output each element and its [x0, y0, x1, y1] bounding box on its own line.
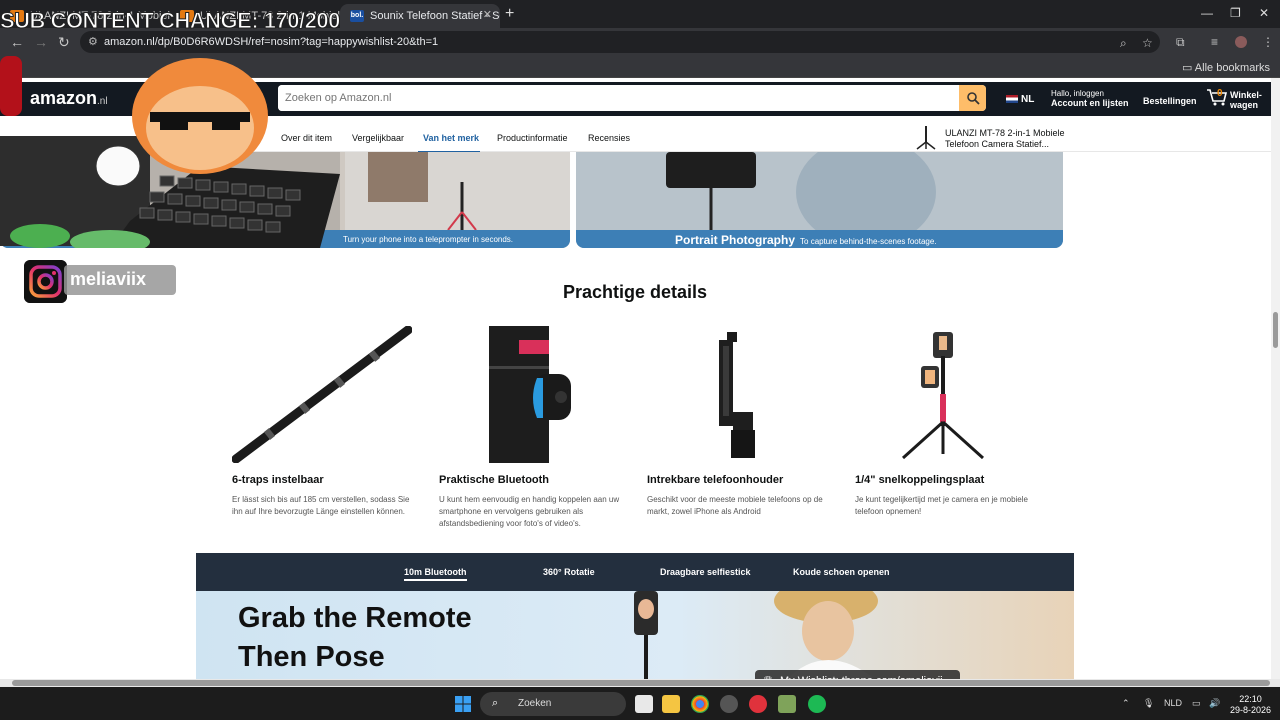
sub-counter-overlay: SUB CONTENT CHANGE: 170/200: [0, 8, 341, 34]
portrait-caption: Portrait Photography To capture behind-th…: [576, 230, 1063, 248]
promo-tab-selfiestick[interactable]: Draagbare selfiestick: [660, 567, 751, 577]
promo-headline-line1: Grab the Remote: [238, 602, 472, 634]
feature-description: Je kunt tegelijkertijd met je camera en …: [855, 495, 1028, 516]
address-bar[interactable]: ⚙ amazon.nl/dp/B0D6R6WDSH/ref=nosim?tag=…: [80, 31, 1160, 53]
tab-label: Sounix Telefoon Statief - Selfie: [370, 10, 500, 22]
streamer-overlay-graphic: [0, 56, 340, 248]
windows-taskbar: ⌕ Zoeken ⌃ 🎙 NLD ▭ 🔊 22:10 29-8-2026: [0, 687, 1280, 720]
promo-module: 10m Bluetooth 360° Rotatie Draagbare sel…: [196, 553, 1074, 680]
brand-image-portrait: Portrait Photography To capture behind-th…: [576, 152, 1063, 248]
subnav-compare[interactable]: Vergelijkbaar: [352, 133, 404, 143]
vertical-scrollbar[interactable]: [1271, 78, 1280, 679]
taskbar-search-label: Zoeken: [518, 698, 552, 709]
bookmark-star-icon[interactable]: ☆: [1142, 36, 1153, 50]
sticky-product-title: ULANZI MT-78 2-in-1 Mobiele Telefoon Cam…: [945, 128, 1065, 149]
subnav-reviews[interactable]: Recensies: [588, 133, 630, 143]
product-thumbnail: [916, 126, 936, 150]
horizontal-scrollbar-thumb[interactable]: [12, 680, 1270, 686]
promo-tab-cold-shoe[interactable]: Koude schoen openen: [793, 567, 890, 577]
close-tab-icon[interactable]: ✕: [483, 8, 492, 21]
app-icon[interactable]: [778, 695, 796, 713]
all-bookmarks-label: Alle bookmarks: [1194, 62, 1270, 74]
url-text: amazon.nl/dp/B0D6R6WDSH/ref=nosim?tag=ha…: [104, 36, 439, 48]
portrait-caption-sub: To capture behind-the-scenes footage.: [800, 237, 937, 246]
close-window-icon[interactable]: ✕: [1259, 6, 1269, 20]
subnav-brand[interactable]: Van het merk: [423, 133, 479, 143]
clock-date: 29-8-2026: [1230, 705, 1272, 715]
obs-icon[interactable]: [720, 695, 738, 713]
promo-tab-rotation[interactable]: 360° Rotatie: [543, 567, 595, 577]
forward-icon[interactable]: →: [34, 34, 48, 50]
microphone-icon[interactable]: 🎙: [1143, 698, 1154, 709]
language-label: NL: [1021, 94, 1035, 105]
restore-icon[interactable]: ❐: [1230, 6, 1241, 20]
bol-favicon-icon: bol.: [350, 10, 364, 22]
chrome-icon[interactable]: [691, 695, 709, 713]
bluetooth-remote-image: [489, 326, 571, 463]
promo-headline-line2: Then Pose: [238, 641, 385, 673]
back-icon[interactable]: ←: [10, 34, 24, 50]
tripod-image: [901, 332, 985, 460]
promo-headline: Grab the Remote Then Pose: [238, 599, 472, 677]
browser-tab-active[interactable]: bol. Sounix Telefoon Statief - Selfie ✕: [340, 4, 500, 28]
search-icon: ⌕: [492, 697, 499, 709]
feature-title: Praktische Bluetooth: [439, 474, 550, 486]
feature-description: U kunt hem eenvoudig en handig koppelen …: [439, 495, 620, 528]
task-view-icon[interactable]: [635, 695, 653, 713]
sticky-product-link[interactable]: ULANZI MT-78 2-in-1 Mobiele Telefoon Cam…: [913, 124, 1073, 150]
search-button[interactable]: [959, 85, 986, 111]
show-hidden-icons-icon[interactable]: ⌃: [1122, 698, 1130, 709]
section-title: Prachtige details: [562, 282, 708, 302]
app-icon[interactable]: [749, 695, 767, 713]
windows-start-icon[interactable]: [455, 696, 471, 712]
folder-icon: ▭: [1181, 62, 1195, 74]
feature-title: Intrekbare telefoonhouder: [647, 474, 784, 486]
orders-link[interactable]: Bestellingen: [1143, 96, 1197, 106]
file-explorer-icon[interactable]: [662, 695, 680, 713]
phone-holder-image: [719, 332, 755, 458]
zoom-icon[interactable]: ⌕: [1120, 36, 1127, 51]
new-tab-button[interactable]: +: [505, 5, 514, 23]
promo-banner: Grab the Remote Then Pose: [196, 591, 1074, 680]
network-icon[interactable]: ▭: [1192, 698, 1201, 709]
telescopic-pole-image: [232, 326, 412, 463]
promo-tabs: 10m Bluetooth 360° Rotatie Draagbare sel…: [196, 553, 1074, 591]
taskbar-clock[interactable]: 22:10 29-8-2026: [1230, 694, 1271, 716]
volume-icon[interactable]: 🔊: [1209, 698, 1220, 709]
media-icon[interactable]: ≡: [1211, 35, 1218, 49]
site-info-icon[interactable]: ⚙: [88, 35, 98, 48]
feature-title: 6-traps instelbaar: [232, 474, 324, 486]
menu-icon[interactable]: ⋮: [1262, 35, 1274, 49]
feature-description: Er lässt sich bis auf 185 cm verstellen,…: [232, 495, 410, 516]
reload-icon[interactable]: ↻: [58, 34, 70, 50]
feature-title: 1/4" snelkoppelingsplaat: [855, 474, 985, 486]
language-indicator[interactable]: NLD: [1164, 698, 1182, 708]
clock-time: 22:10: [1239, 694, 1262, 704]
vertical-scrollbar-thumb[interactable]: [1273, 312, 1278, 348]
profile-avatar[interactable]: [1235, 36, 1247, 48]
minimize-icon[interactable]: —: [1201, 6, 1213, 20]
extensions-icon[interactable]: ⧉: [1176, 35, 1185, 50]
subnav-product-info[interactable]: Productinformatie: [497, 133, 568, 143]
search-box: [278, 85, 986, 111]
taskbar-search[interactable]: ⌕ Zoeken: [480, 692, 626, 716]
horizontal-scrollbar[interactable]: [0, 679, 1280, 687]
portrait-caption-title: Portrait Photography: [675, 233, 796, 247]
all-bookmarks-button[interactable]: ▭ Alle bookmarks: [1182, 61, 1270, 74]
account-lists-label: Account en lijsten: [1051, 98, 1129, 108]
account-menu[interactable]: Hallo, inloggen Account en lijsten: [1051, 89, 1129, 108]
search-input[interactable]: [278, 85, 958, 111]
cart-count: 0: [1217, 88, 1223, 99]
cart-button[interactable]: 0 Winkel-wagen: [1206, 87, 1262, 112]
feature-description: Geschikt voor de meeste mobiele telefoon…: [647, 495, 823, 516]
account-greeting: Hallo, inloggen: [1051, 89, 1104, 98]
search-icon: [966, 92, 980, 105]
spotify-icon[interactable]: [808, 695, 826, 713]
promo-tab-bluetooth[interactable]: 10m Bluetooth: [404, 567, 467, 581]
screen: ULANZI MT-78 2-in-1 Mobiele T ULANZI MT-…: [0, 0, 1280, 720]
language-selector[interactable]: NL: [1006, 94, 1034, 105]
flag-nl-icon: [1006, 95, 1018, 104]
cart-label: Winkel-wagen: [1230, 90, 1262, 110]
